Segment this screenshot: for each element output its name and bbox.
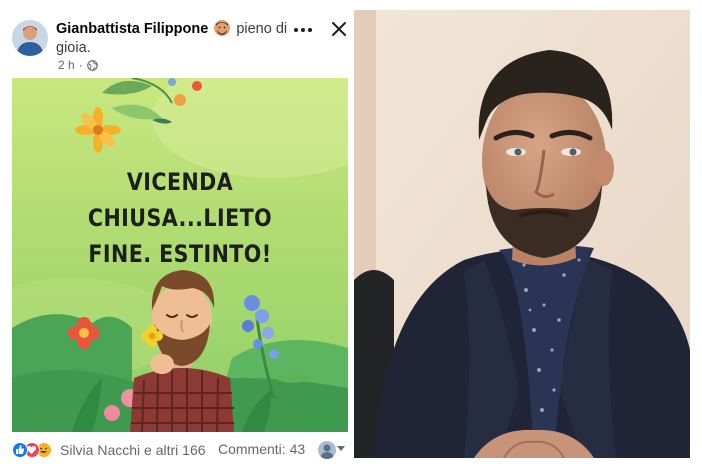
reactions-text[interactable]: Silvia Nacchi e altri 166 (60, 442, 206, 458)
close-icon (332, 22, 346, 36)
current-user-avatar[interactable] (318, 441, 336, 459)
chevron-down-icon[interactable] (337, 446, 345, 451)
portrait-illustration (354, 10, 690, 458)
ellipsis-icon (294, 28, 312, 32)
author-avatar[interactable] (12, 20, 48, 56)
author-line: Gianbattista Filippone pieno di gioia. (56, 20, 296, 58)
post-header: Gianbattista Filippone pieno di gioia. 2… (12, 16, 352, 74)
reactions[interactable] (12, 442, 52, 458)
close-button[interactable] (330, 20, 348, 38)
post-time[interactable]: 2 h (58, 58, 75, 72)
comments-count[interactable]: Commenti: 43 (218, 441, 305, 457)
headline-line-2: FINE. ESTINTO! (88, 240, 272, 268)
globe-icon[interactable] (86, 59, 98, 71)
author-name[interactable]: Gianbattista Filippone (56, 21, 208, 37)
portrait-photo (354, 10, 690, 458)
feeling-emoji-icon (214, 20, 231, 36)
image-headline: VICENDA CHIUSA...LIETO FINE. ESTINTO! (36, 164, 325, 272)
post-footer: Silvia Nacchi e altri 166 Commenti: 43 (12, 436, 352, 464)
post-image[interactable]: VICENDA CHIUSA...LIETO FINE. ESTINTO! (12, 78, 348, 432)
like-icon (12, 442, 28, 458)
facebook-post: Gianbattista Filippone pieno di gioia. 2… (0, 0, 352, 468)
more-options-button[interactable] (292, 22, 314, 38)
post-meta: 2 h · (58, 58, 98, 72)
headline-line-1: VICENDA CHIUSA...LIETO (87, 168, 273, 232)
